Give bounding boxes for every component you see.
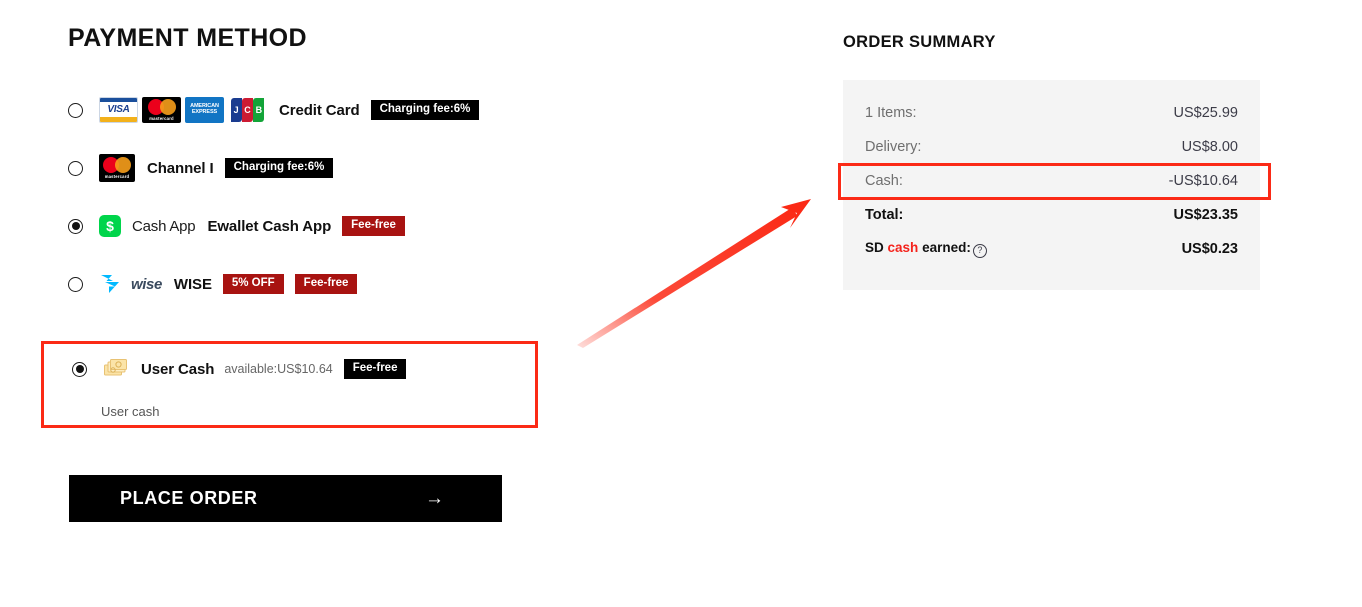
payment-method-section: PAYMENT METHOD VISA mastercard AMERICAN … bbox=[68, 26, 588, 299]
user-cash-highlight-box: User Cash available:US$10.64 Fee-free Us… bbox=[41, 341, 538, 428]
summary-value: US$8.00 bbox=[1181, 139, 1238, 155]
fee-free-badge: Fee-free bbox=[342, 215, 405, 237]
visa-logo-text: VISA bbox=[107, 104, 130, 115]
payment-option-label: WISE bbox=[173, 275, 212, 293]
arrow-right-icon: → bbox=[425, 488, 444, 509]
payment-option-label: User Cash bbox=[141, 360, 215, 378]
payment-option-wise[interactable]: wise WISE 5% OFF Fee-free bbox=[68, 269, 588, 299]
summary-value: US$0.23 bbox=[1181, 241, 1238, 257]
jcb-logo-j: J bbox=[230, 98, 242, 122]
cash-app-logo: $ bbox=[99, 215, 121, 237]
radio-cash-app[interactable] bbox=[68, 218, 83, 234]
order-summary-title: ORDER SUMMARY bbox=[843, 33, 996, 51]
payment-option-label: Credit Card bbox=[279, 101, 360, 119]
wise-logo-group: wise bbox=[99, 273, 162, 295]
payment-option-label: Channel I bbox=[147, 159, 214, 177]
jcb-logo: J C B bbox=[228, 97, 267, 123]
place-order-button[interactable]: PLACE ORDER → bbox=[69, 475, 502, 522]
summary-row-total: Total: US$23.35 bbox=[865, 198, 1238, 232]
cash-app-logo-group: $ Cash App bbox=[99, 215, 196, 237]
order-summary-panel: 1 Items: US$25.99 Delivery: US$8.00 Cash… bbox=[843, 80, 1260, 290]
amex-logo-line2: EXPRESS bbox=[191, 109, 218, 115]
summary-label: Cash: bbox=[865, 173, 903, 189]
annotation-arrow bbox=[565, 185, 825, 350]
channel-1-logo-group: mastercard bbox=[99, 154, 135, 182]
sd-suffix: earned: bbox=[922, 240, 971, 255]
jcb-logo-b: B bbox=[253, 98, 265, 122]
summary-label: Delivery: bbox=[865, 139, 922, 155]
summary-row-items: 1 Items: US$25.99 bbox=[865, 96, 1238, 130]
page-title: PAYMENT METHOD bbox=[68, 24, 307, 52]
question-mark-icon[interactable]: ? bbox=[972, 244, 987, 258]
available-balance-note: available:US$10.64 bbox=[224, 362, 333, 376]
summary-row-sd-cash-earned: SD cash earned:? US$0.23 bbox=[865, 232, 1238, 266]
sd-cash-earned-label: SD cash earned:? bbox=[865, 240, 987, 258]
visa-logo: VISA bbox=[99, 97, 138, 123]
jcb-logo-c: C bbox=[241, 98, 254, 122]
payment-option-user-cash[interactable]: User Cash available:US$10.64 Fee-free bbox=[72, 354, 407, 384]
summary-label: 1 Items: bbox=[865, 105, 917, 121]
summary-label: Total: bbox=[865, 207, 904, 223]
order-summary-section: ORDER SUMMARY 1 Items: US$25.99 Delivery… bbox=[843, 33, 1260, 290]
charging-fee-badge: Charging fee:6% bbox=[370, 99, 480, 121]
discount-badge: 5% OFF bbox=[222, 273, 284, 295]
wise-logo bbox=[99, 273, 123, 295]
radio-channel-1[interactable] bbox=[68, 160, 83, 176]
payment-option-label: Ewallet Cash App bbox=[207, 217, 332, 235]
payment-option-channel-1[interactable]: mastercard Channel I Charging fee:6% bbox=[68, 153, 588, 183]
payment-option-cash-app[interactable]: $ Cash App Ewallet Cash App Fee-free bbox=[68, 211, 588, 241]
payment-option-credit-card[interactable]: VISA mastercard AMERICAN EXPRESS J C B C… bbox=[68, 95, 588, 125]
user-cash-description: User cash bbox=[101, 404, 160, 419]
summary-value: US$23.35 bbox=[1173, 207, 1239, 223]
fee-free-badge: Fee-free bbox=[343, 358, 407, 380]
summary-value: US$25.99 bbox=[1173, 105, 1239, 121]
cash-app-brand-word: Cash App bbox=[132, 217, 196, 235]
charging-fee-badge: Charging fee:6% bbox=[224, 157, 334, 179]
summary-row-delivery: Delivery: US$8.00 bbox=[865, 130, 1238, 164]
fee-free-badge: Fee-free bbox=[294, 273, 358, 295]
cash-app-logo-glyph: $ bbox=[106, 218, 114, 234]
credit-card-logo-group: VISA mastercard AMERICAN EXPRESS J C B bbox=[99, 97, 267, 123]
summary-value: -US$10.64 bbox=[1168, 173, 1238, 189]
sd-prefix: SD bbox=[865, 240, 884, 255]
banknotes-icon bbox=[103, 358, 129, 380]
mastercard-logo: mastercard bbox=[99, 154, 135, 182]
radio-credit-card[interactable] bbox=[68, 102, 83, 118]
sd-cash-word: cash bbox=[887, 240, 919, 255]
american-express-logo: AMERICAN EXPRESS bbox=[185, 97, 224, 123]
radio-user-cash[interactable] bbox=[72, 361, 87, 377]
wise-brand-word: wise bbox=[131, 275, 162, 293]
mastercard-logo: mastercard bbox=[142, 97, 181, 123]
mastercard-logo-text: mastercard bbox=[104, 174, 130, 179]
summary-row-cash: Cash: -US$10.64 bbox=[865, 164, 1238, 198]
user-cash-logo-group bbox=[103, 358, 129, 380]
place-order-label: PLACE ORDER bbox=[120, 488, 258, 508]
mastercard-logo-text: mastercard bbox=[149, 116, 174, 121]
radio-wise[interactable] bbox=[68, 276, 83, 292]
